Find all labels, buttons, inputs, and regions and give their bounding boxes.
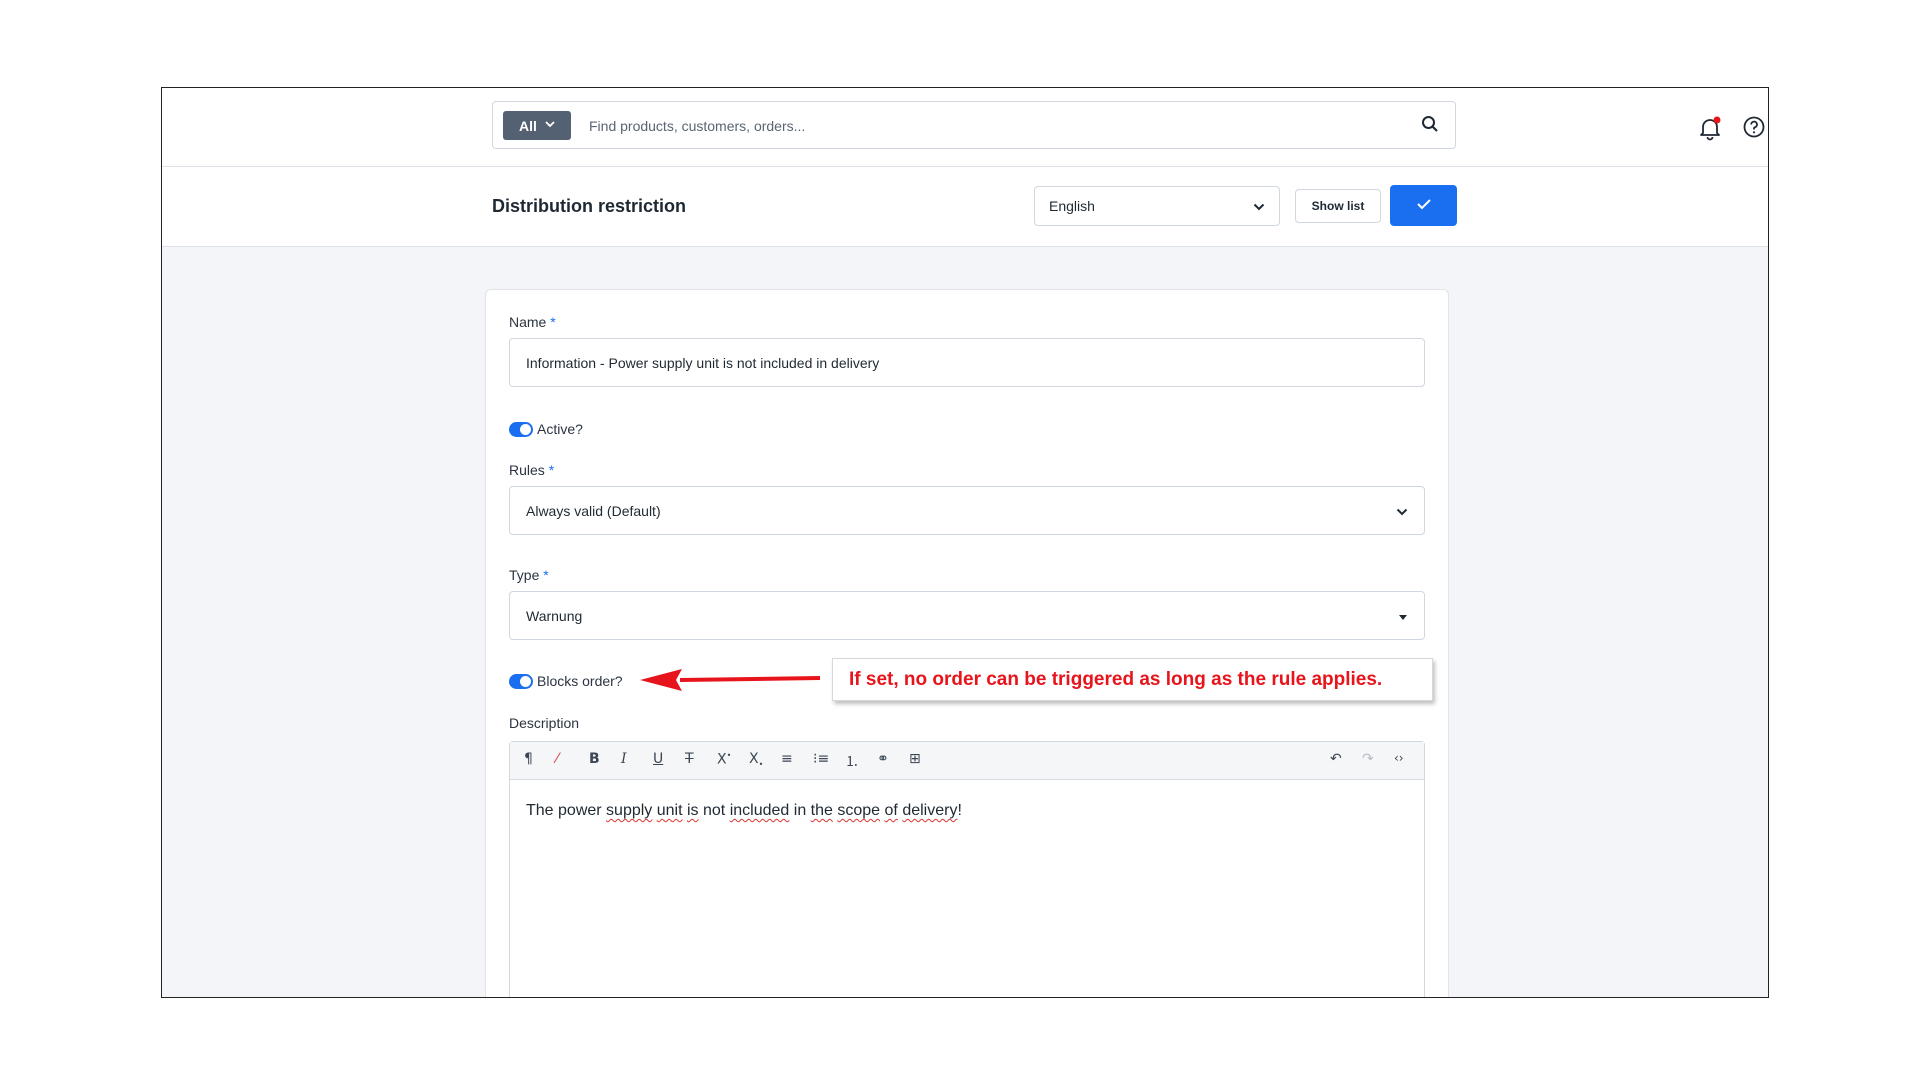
annotation-callout: If set, no order can be triggered as lon… [832,658,1433,701]
notification-dot [1713,116,1721,124]
type-select-value: Warnung [526,607,583,624]
description-label: Description [509,715,580,731]
required-marker: * [548,462,555,478]
bullet-list-icon[interactable]: ⁝≡ [813,751,829,767]
misspelled-word: unit [656,802,683,819]
search-scope-label: All [519,117,537,134]
search-input[interactable] [587,110,1411,142]
bold-icon[interactable]: B [589,751,600,767]
strikethrough-icon[interactable]: T [685,751,694,767]
italic-icon[interactable]: I [621,751,627,767]
chevron-down-icon [1396,503,1408,519]
type-select[interactable]: Warnung [509,591,1425,640]
active-label: Active? [537,421,583,437]
app-window: All Distribut [161,87,1769,998]
align-icon[interactable]: ≡ [781,751,793,767]
description-editor-content[interactable]: The power supply unit is not included in… [510,780,1424,842]
name-input[interactable]: Information - Power supply unit is not i… [509,338,1425,387]
misspelled-word: is [687,802,699,819]
misspelled-word: the [810,802,833,819]
undo-icon[interactable]: ↶ [1330,751,1342,767]
page-header: Distribution restriction English Show li… [162,167,1768,247]
global-search: All [492,101,1456,149]
top-bar: All [162,88,1768,167]
notifications-bell-icon[interactable] [1697,115,1723,146]
show-list-button[interactable]: Show list [1295,189,1381,223]
save-button[interactable] [1390,185,1457,226]
subscript-icon[interactable]: X• [749,751,763,769]
superscript-icon[interactable]: X• [717,751,731,768]
misspelled-word: supply [606,802,653,819]
code-view-icon[interactable]: ‹› [1394,751,1404,765]
chevron-down-icon [1253,198,1265,214]
rules-label: Rules * [509,462,555,478]
checkmark-icon [1416,197,1432,215]
description-editor: ¶ ⁄ B I U T X• X• ≡ ⁝≡ ⒈ ⚭ ⊞ ↶ ↷ ‹› The … [509,741,1425,997]
search-scope-dropdown[interactable]: All [503,111,571,140]
clear-format-icon[interactable]: ⁄ [556,751,558,767]
caret-down-icon [1398,608,1408,624]
form-card: Name * Information - Power supply unit i… [485,289,1449,997]
search-icon[interactable] [1421,115,1439,138]
numbered-list-icon[interactable]: ⒈ [845,751,859,771]
active-toggle[interactable] [509,421,533,437]
blocks-order-toggle-row: Blocks order? [509,673,623,689]
active-toggle-row: Active? [509,421,583,437]
page-title: Distribution restriction [492,196,687,216]
table-icon[interactable]: ⊞ [909,751,921,767]
chevron-down-icon [545,120,555,131]
underline-icon[interactable]: U [653,751,663,767]
name-input-value: Information - Power supply unit is not i… [526,354,880,371]
rules-select-value: Always valid (Default) [526,502,661,519]
rules-select[interactable]: Always valid (Default) [509,486,1425,535]
language-select-value: English [1049,198,1095,214]
language-select[interactable]: English [1034,186,1280,226]
name-label: Name * [509,314,556,330]
misspelled-word: scope [837,802,881,819]
blocks-order-toggle[interactable] [509,673,533,689]
redo-icon[interactable]: ↷ [1362,751,1374,767]
misspelled-word: included [729,802,790,819]
paragraph-icon[interactable]: ¶ [524,751,533,767]
annotation-arrow [640,669,821,691]
required-marker: * [550,314,556,330]
link-icon[interactable]: ⚭ [877,751,889,767]
help-icon[interactable] [1742,115,1766,144]
required-marker: * [543,567,549,583]
misspelled-word: of [884,802,898,819]
type-label: Type * [509,567,549,583]
misspelled-word: delivery [902,802,958,819]
editor-toolbar: ¶ ⁄ B I U T X• X• ≡ ⁝≡ ⒈ ⚭ ⊞ ↶ ↷ ‹› [510,742,1424,780]
blocks-order-label: Blocks order? [537,673,623,689]
